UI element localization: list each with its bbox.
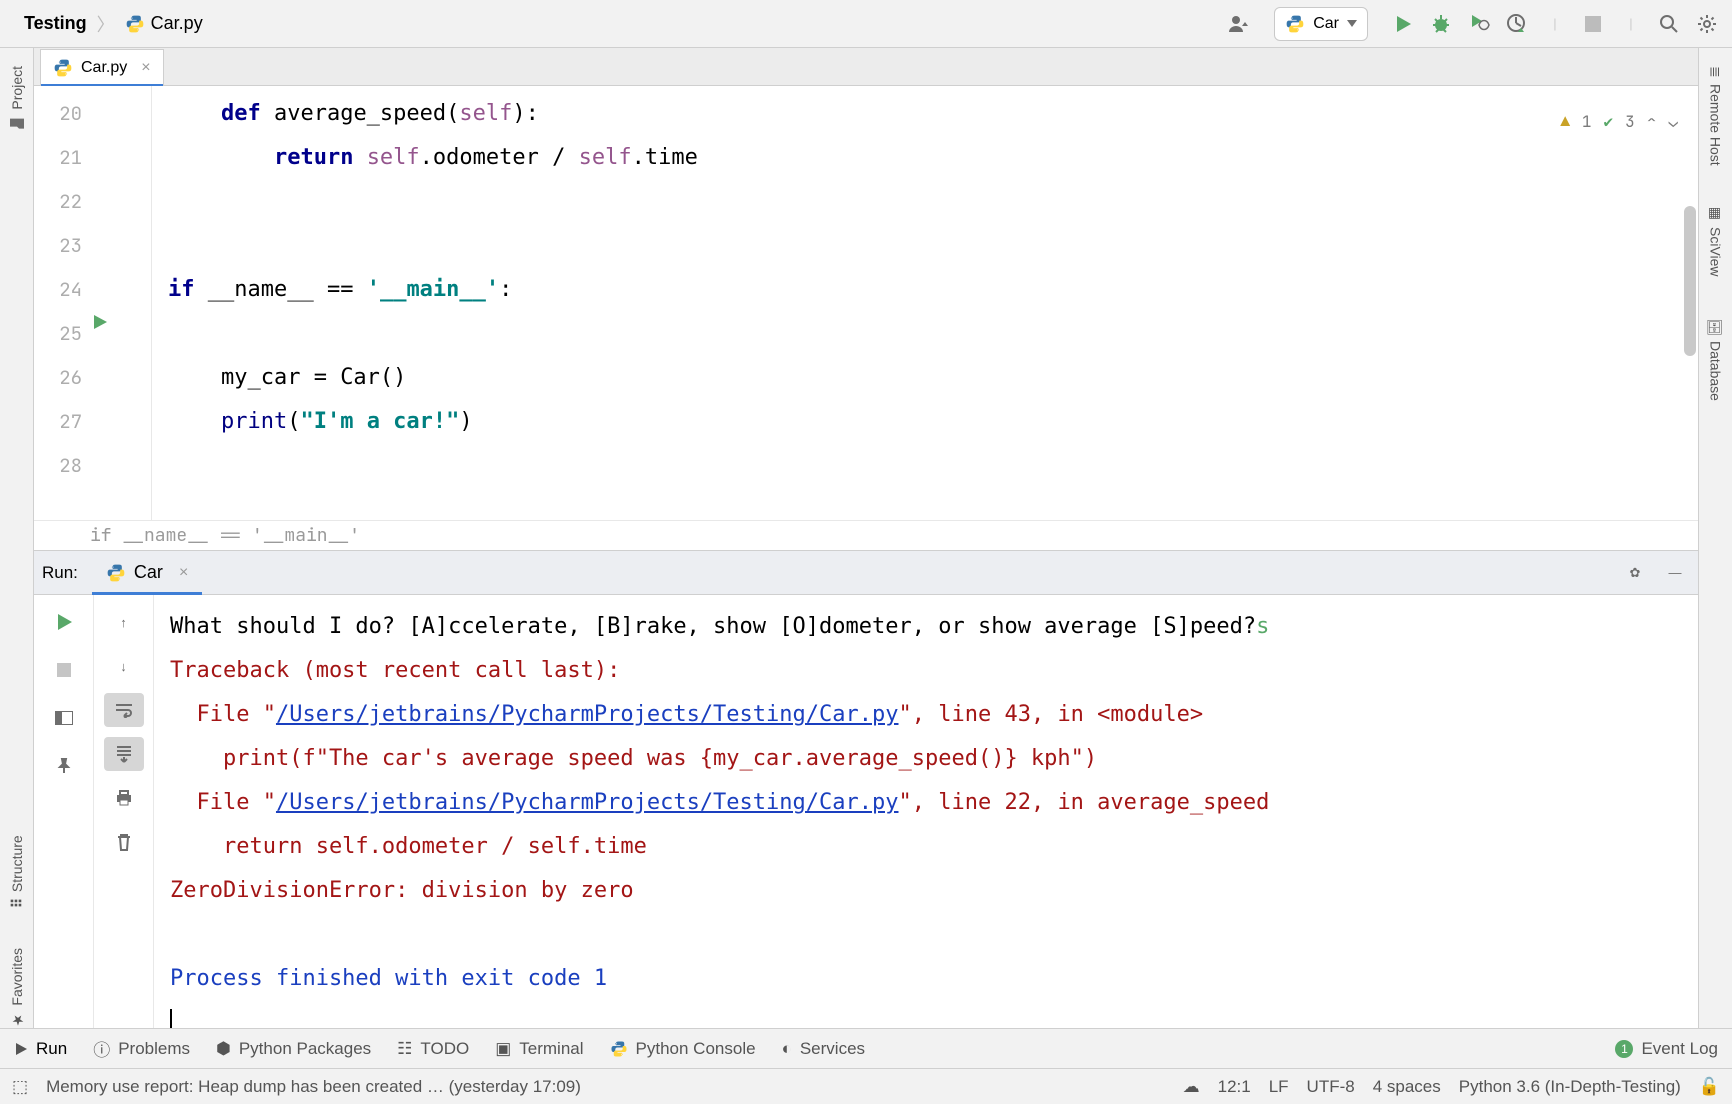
- status-encoding[interactable]: UTF-8: [1307, 1077, 1355, 1097]
- soft-wrap-button[interactable]: [104, 693, 144, 727]
- tool-event-log[interactable]: 1Event Log: [1615, 1039, 1718, 1059]
- vcs-user-icon[interactable]: [1224, 9, 1254, 39]
- run-line-marker[interactable]: [92, 314, 108, 334]
- terminal-icon: ▣: [495, 1039, 511, 1059]
- breadcrumb-separator: 〉: [95, 11, 117, 37]
- status-bar: ⬚ Memory use report: Heap dump has been …: [0, 1068, 1732, 1104]
- status-hector-icon[interactable]: ☁: [1183, 1077, 1200, 1097]
- inspection-widget[interactable]: ▲1 ✔3 ⌃ ⌄: [1560, 100, 1678, 144]
- tool-problems[interactable]: ⓘProblems: [93, 1036, 190, 1061]
- separator: |: [1616, 9, 1646, 39]
- python-file-icon: [53, 58, 73, 78]
- hide-panel-icon[interactable]: —: [1660, 558, 1690, 588]
- run-toolbar-primary: [34, 595, 94, 1028]
- editor-context-breadcrumb[interactable]: if __name__ == '__main__': [34, 520, 1698, 550]
- code-editor[interactable]: 202122232425262728 def average_speed(sel…: [34, 86, 1698, 520]
- status-indent[interactable]: 4 spaces: [1373, 1077, 1441, 1097]
- chevron-down-icon: [1347, 20, 1357, 27]
- breadcrumb-project[interactable]: Testing: [24, 13, 87, 34]
- close-run-tab-icon[interactable]: ×: [179, 564, 188, 582]
- run-configuration-selector[interactable]: Car: [1274, 7, 1368, 41]
- print-button[interactable]: [104, 781, 144, 815]
- tool-remote-host[interactable]: ≣Remote Host: [1708, 66, 1724, 165]
- package-icon: ⬢: [216, 1039, 231, 1059]
- editor-tab-bar: Car.py ×: [34, 48, 1698, 86]
- list-icon: ☷: [397, 1039, 412, 1059]
- status-line-separator[interactable]: LF: [1269, 1077, 1289, 1097]
- right-tool-gutter: ≣Remote Host ▦SciView 🗄Database: [1698, 48, 1732, 1028]
- run-coverage-button[interactable]: [1464, 9, 1494, 39]
- run-toolwindow: Run: Car × ✿ — ↑ ↓: [34, 550, 1698, 1028]
- search-everywhere-button[interactable]: [1654, 9, 1684, 39]
- tool-services[interactable]: ◐Services: [782, 1039, 865, 1059]
- quick-list-icon[interactable]: ⬚: [12, 1077, 28, 1097]
- pin-button[interactable]: [44, 749, 84, 783]
- profile-button[interactable]: [1502, 9, 1532, 39]
- down-stack-button[interactable]: ↓: [104, 649, 144, 683]
- up-stack-button[interactable]: ↑: [104, 605, 144, 639]
- python-icon: [610, 1040, 628, 1058]
- top-toolbar: Testing 〉 Car.py Car | |: [0, 0, 1732, 48]
- python-icon: [1285, 14, 1305, 34]
- run-button[interactable]: [1388, 9, 1418, 39]
- python-file-icon: [125, 14, 145, 34]
- tool-structure[interactable]: ⠿Structure: [9, 835, 25, 908]
- line-number-gutter: 202122232425262728: [34, 86, 90, 520]
- fold-gutter: [116, 86, 152, 520]
- server-icon: ≣: [1708, 66, 1724, 78]
- tool-sciview[interactable]: ▦SciView: [1708, 205, 1724, 277]
- tool-favorites[interactable]: ★Favorites: [9, 948, 25, 1028]
- status-message[interactable]: Memory use report: Heap dump has been cr…: [46, 1077, 581, 1097]
- tool-terminal[interactable]: ▣Terminal: [495, 1039, 583, 1059]
- check-icon: ✔: [1604, 100, 1614, 144]
- run-toolbar-secondary: ↑ ↓: [94, 595, 154, 1028]
- left-tool-gutter: Project ⠿Structure ★Favorites: [0, 48, 34, 1028]
- run-settings-icon[interactable]: ✿: [1620, 558, 1650, 588]
- status-caret-position[interactable]: 12:1: [1218, 1077, 1251, 1097]
- python-icon: [106, 563, 126, 583]
- run-panel-title: Run:: [42, 563, 82, 583]
- debug-button[interactable]: [1426, 9, 1456, 39]
- traceback-link[interactable]: /Users/jetbrains/PycharmProjects/Testing…: [276, 790, 899, 815]
- separator: |: [1540, 9, 1570, 39]
- tool-database[interactable]: 🗄Database: [1708, 317, 1724, 401]
- traceback-link[interactable]: /Users/jetbrains/PycharmProjects/Testing…: [276, 702, 899, 727]
- lock-icon[interactable]: 🔓: [1699, 1077, 1720, 1097]
- database-icon: 🗄: [1708, 317, 1724, 335]
- rerun-button[interactable]: [44, 605, 84, 639]
- run-gutter: [90, 86, 116, 520]
- layout-button[interactable]: [44, 701, 84, 735]
- code-area[interactable]: def average_speed(self): return self.odo…: [152, 86, 1698, 520]
- warning-icon: ▲: [1560, 100, 1570, 144]
- stop-run-button[interactable]: [44, 653, 84, 687]
- star-icon: ★: [9, 1012, 25, 1028]
- chevron-up-icon[interactable]: ⌃: [1647, 100, 1657, 144]
- info-icon: ⓘ: [93, 1036, 110, 1061]
- editor-tab-car[interactable]: Car.py ×: [40, 49, 164, 85]
- close-tab-icon[interactable]: ×: [141, 59, 150, 77]
- tool-python-console[interactable]: Python Console: [610, 1039, 756, 1059]
- chevron-down-icon[interactable]: ⌄: [1668, 100, 1678, 144]
- stop-button[interactable]: [1578, 9, 1608, 39]
- tool-python-packages[interactable]: ⬢Python Packages: [216, 1039, 371, 1059]
- breadcrumb-file[interactable]: Car.py: [125, 13, 203, 34]
- chart-icon: ▦: [1708, 205, 1724, 221]
- status-interpreter[interactable]: Python 3.6 (In-Depth-Testing): [1459, 1077, 1681, 1097]
- editor-scrollbar[interactable]: [1684, 206, 1696, 356]
- bottom-tool-strip: Run ⓘProblems ⬢Python Packages ☷TODO ▣Te…: [0, 1028, 1732, 1068]
- delete-button[interactable]: [104, 825, 144, 859]
- settings-button[interactable]: [1692, 9, 1722, 39]
- services-icon: ◐: [782, 1039, 792, 1059]
- tool-todo[interactable]: ☷TODO: [397, 1039, 469, 1059]
- folder-icon: [9, 116, 25, 132]
- scroll-to-end-button[interactable]: [104, 737, 144, 771]
- run-console[interactable]: What should I do? [A]ccelerate, [B]rake,…: [154, 595, 1698, 1028]
- run-tab-car[interactable]: Car ×: [92, 552, 202, 594]
- tool-run[interactable]: Run: [14, 1039, 67, 1059]
- tool-project[interactable]: Project: [9, 66, 25, 132]
